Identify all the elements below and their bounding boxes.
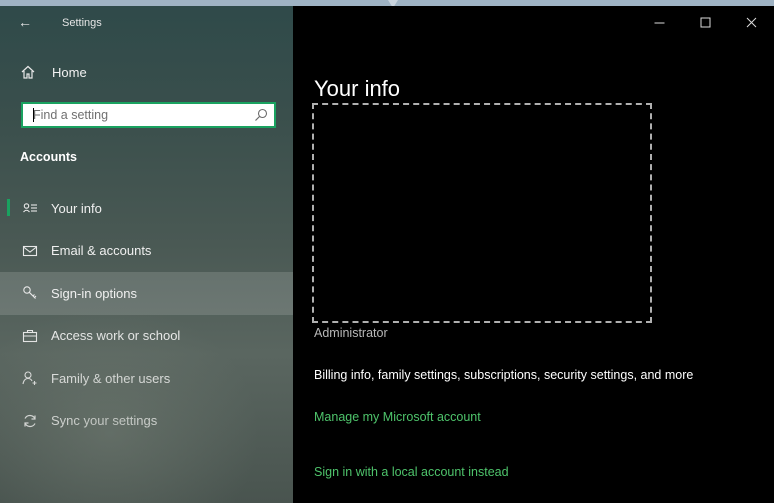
- page-title: Your info: [314, 75, 401, 101]
- manage-microsoft-account-link[interactable]: Manage my Microsoft account: [314, 410, 481, 424]
- sidebar-item-label: Sign-in options: [51, 285, 137, 301]
- sidebar-item-sync-settings[interactable]: Sync your settings: [0, 400, 293, 443]
- text-caret: [33, 108, 34, 122]
- home-icon: [21, 65, 35, 79]
- maximize-button[interactable]: [682, 6, 728, 38]
- local-account-link[interactable]: Sign in with a local account instead: [314, 465, 509, 479]
- close-button[interactable]: [728, 6, 774, 38]
- sidebar-item-your-info[interactable]: Your info: [0, 187, 293, 230]
- account-name: Administrator: [314, 326, 388, 340]
- sidebar-item-email-accounts[interactable]: Email & accounts: [0, 230, 293, 273]
- maximize-icon: [700, 17, 710, 27]
- person-card-icon: [23, 203, 37, 213]
- avatar[interactable]: [312, 103, 652, 323]
- sidebar: ← Settings Home Accounts: [0, 6, 293, 503]
- window-title: Settings: [62, 17, 102, 29]
- person-add-icon: [22, 371, 37, 386]
- sidebar-item-family-users[interactable]: Family & other users: [0, 357, 293, 400]
- envelope-icon: [22, 245, 38, 256]
- sidebar-item-label: Access work or school: [51, 328, 181, 344]
- sidebar-item-label: Sync your settings: [51, 413, 158, 429]
- search-box: [21, 102, 276, 128]
- sidebar-item-label: Home: [52, 64, 87, 80]
- settings-window: ← Settings Home Accounts: [0, 0, 774, 503]
- sidebar-item-home[interactable]: Home: [20, 64, 87, 80]
- search-input[interactable]: [33, 106, 243, 124]
- sidebar-item-label: Your info: [51, 200, 102, 216]
- sidebar-item-access-work-school[interactable]: Access work or school: [0, 315, 293, 358]
- minimize-button[interactable]: [636, 6, 682, 38]
- sidebar-item-sign-in-options[interactable]: Sign-in options: [0, 272, 293, 315]
- sidebar-nav: Your info Email & accounts Sign-in optio…: [0, 187, 293, 442]
- briefcase-icon: [22, 329, 38, 342]
- close-icon: [746, 17, 756, 27]
- billing-description: Billing info, family settings, subscript…: [314, 368, 694, 382]
- sidebar-item-label: Email & accounts: [51, 243, 152, 259]
- key-icon: [23, 286, 37, 300]
- main-content: Your info Administrator Billing info, fa…: [293, 6, 774, 503]
- active-indicator: [7, 199, 10, 216]
- section-heading: Accounts: [20, 150, 77, 164]
- back-arrow-icon[interactable]: ←: [18, 14, 32, 30]
- sidebar-item-label: Family & other users: [51, 370, 171, 386]
- titlebar-left: ← Settings: [0, 6, 293, 38]
- sync-icon: [24, 414, 36, 427]
- window-controls: [636, 6, 774, 38]
- minimize-icon: [654, 22, 664, 23]
- search-icon[interactable]: [254, 108, 268, 122]
